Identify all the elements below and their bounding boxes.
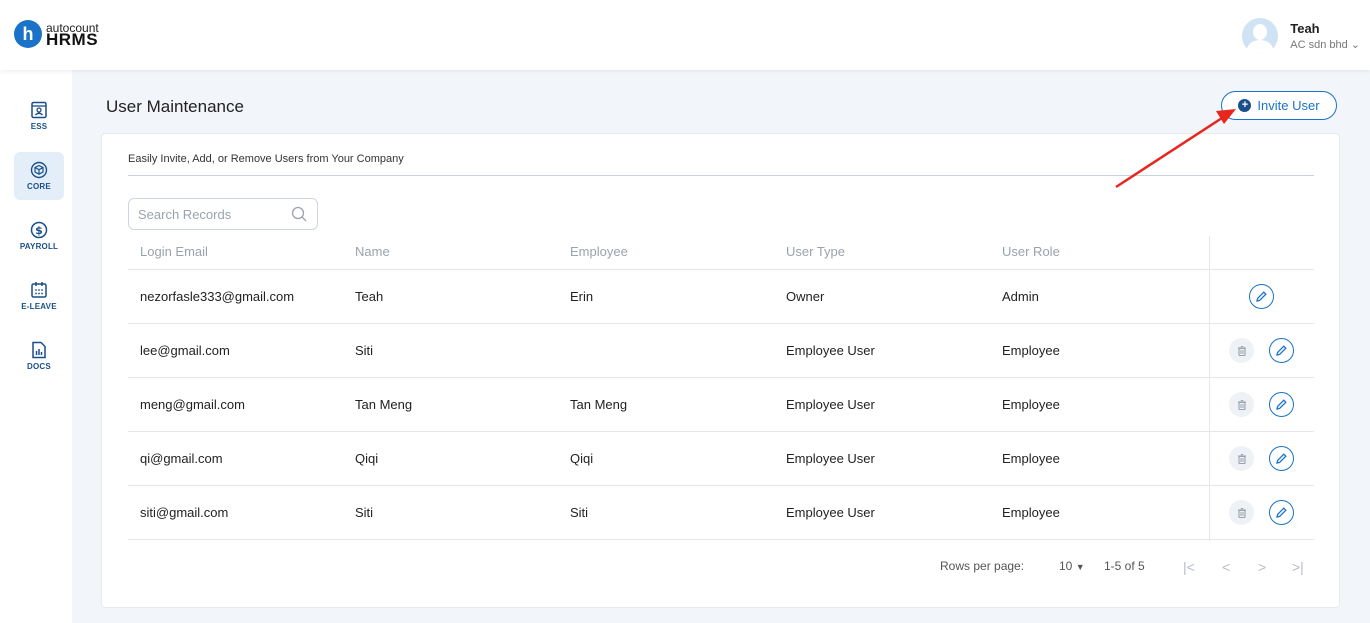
page-range: 1-5 of 5	[1104, 559, 1145, 573]
cell-name: Teah	[355, 289, 384, 304]
delete-user-button[interactable]	[1229, 338, 1254, 363]
avatar[interactable]	[1242, 18, 1279, 54]
table-body: nezorfasle333@gmail.com Teah Erin Owner Admi…	[128, 270, 1314, 540]
search-input[interactable]	[138, 206, 278, 222]
logo-mark: h	[14, 20, 42, 48]
pencil-icon	[1276, 507, 1287, 518]
sidebar-item-label: DOCS	[27, 362, 51, 371]
delete-user-button[interactable]	[1229, 392, 1254, 417]
cell-employee: Erin	[570, 289, 594, 304]
caret-down-icon: ▼	[1075, 562, 1085, 572]
sidebar-item-label: PAYROLL	[19, 242, 59, 251]
search-box[interactable]	[128, 198, 318, 230]
sidebar: ESS CORE $ PAYROLL E-LEAVE DOCS	[0, 70, 72, 623]
sidebar-item-docs[interactable]: DOCS	[14, 332, 64, 380]
table-row: siti@gmail.com Siti Siti Employee User Emplo…	[128, 486, 1314, 540]
card-description: Easily Invite, Add, or Remove Users from…	[128, 153, 404, 165]
user-name: Teah	[1290, 21, 1320, 36]
delete-user-button[interactable]	[1229, 446, 1254, 471]
next-page-icon[interactable]: >	[1258, 559, 1266, 575]
prev-page-icon[interactable]: <	[1222, 559, 1230, 575]
cell-type: Employee User	[786, 343, 875, 358]
cell-name: Siti	[355, 343, 374, 358]
cell-email: siti@gmail.com	[140, 505, 229, 520]
cell-role: Employee	[1002, 451, 1060, 466]
invite-user-label: Invite User	[1257, 98, 1320, 113]
cell-type: Employee User	[786, 397, 875, 412]
table-row: nezorfasle333@gmail.com Teah Erin Owner Admi…	[128, 270, 1314, 324]
pagination: Rows per page: 10 ▼ 1-5 of 5 |< < > >|	[102, 559, 1341, 579]
table-row: meng@gmail.com Tan Meng Tan Meng Employee U…	[128, 378, 1314, 432]
document-chart-icon	[32, 341, 46, 359]
sidebar-item-core[interactable]: CORE	[14, 152, 64, 200]
svg-text:$: $	[35, 224, 43, 237]
cell-name: Siti	[355, 505, 374, 520]
cell-role: Admin	[1002, 289, 1039, 304]
delete-user-button[interactable]	[1229, 500, 1254, 525]
cube-icon	[30, 161, 48, 179]
cell-role: Employee	[1002, 505, 1060, 520]
header-employee[interactable]: Employee	[570, 244, 628, 259]
header-user-role[interactable]: User Role	[1002, 244, 1060, 259]
plus-circle-icon: +	[1238, 99, 1252, 112]
trash-icon	[1237, 453, 1246, 464]
cell-type: Owner	[786, 289, 825, 304]
sidebar-item-payroll[interactable]: $ PAYROLL	[14, 212, 64, 260]
pencil-icon	[1276, 453, 1287, 464]
table-header: Login Email Name Employee User Type User…	[128, 236, 1314, 270]
cell-employee: Tan Meng	[570, 397, 628, 412]
sidebar-item-eleave[interactable]: E-LEAVE	[14, 272, 64, 320]
cell-employee: Qiqi	[570, 451, 594, 466]
cell-type: Employee User	[786, 451, 875, 466]
page-title: User Maintenance	[106, 97, 244, 116]
first-page-icon[interactable]: |<	[1183, 559, 1195, 575]
sidebar-item-label: ESS	[30, 122, 48, 131]
users-table: Login Email Name Employee User Type User…	[128, 236, 1314, 541]
company-selector[interactable]: AC sdn bhd ⌄	[1290, 38, 1360, 51]
cell-name: Qiqi	[355, 451, 379, 466]
sidebar-item-ess[interactable]: ESS	[14, 92, 64, 140]
sidebar-item-label: CORE	[27, 182, 51, 191]
table-row: qi@gmail.com Qiqi Qiqi Employee User Employe…	[128, 432, 1314, 486]
pencil-icon	[1256, 291, 1267, 302]
user-table-card: Easily Invite, Add, or Remove Users from…	[101, 133, 1340, 608]
logo-title: HRMS	[46, 30, 99, 49]
cell-role: Employee	[1002, 343, 1060, 358]
trash-icon	[1237, 345, 1246, 356]
sidebar-item-label: E-LEAVE	[21, 302, 57, 311]
edit-user-button[interactable]	[1269, 392, 1294, 417]
cell-email: nezorfasle333@gmail.com	[140, 289, 295, 304]
pencil-icon	[1276, 345, 1287, 356]
calendar-icon	[31, 282, 47, 298]
rows-per-page-select[interactable]: 10 ▼	[1059, 559, 1085, 573]
invite-user-button[interactable]: + Invite User	[1221, 91, 1337, 120]
edit-user-button[interactable]	[1269, 500, 1294, 525]
search-icon[interactable]	[291, 206, 307, 222]
cell-email: qi@gmail.com	[140, 451, 223, 466]
table-row: lee@gmail.com Siti Employee User Employee	[128, 324, 1314, 378]
trash-icon	[1237, 507, 1246, 518]
dollar-icon: $	[30, 221, 48, 239]
last-page-icon[interactable]: >|	[1292, 559, 1304, 575]
edit-user-button[interactable]	[1249, 284, 1274, 309]
edit-user-button[interactable]	[1269, 446, 1294, 471]
cell-name: Tan Meng	[355, 397, 413, 412]
cell-role: Employee	[1002, 397, 1060, 412]
rows-per-page-label: Rows per page:	[940, 559, 1025, 573]
top-bar: h autocount HRMS Teah AC sdn bhd ⌄	[0, 0, 1370, 70]
pencil-icon	[1276, 399, 1287, 410]
user-menu[interactable]: Teah AC sdn bhd ⌄	[1242, 18, 1360, 54]
cell-email: meng@gmail.com	[140, 397, 245, 412]
app-logo[interactable]: h autocount HRMS	[14, 20, 99, 48]
trash-icon	[1237, 399, 1246, 410]
cell-email: lee@gmail.com	[140, 343, 230, 358]
cell-employee: Siti	[570, 505, 589, 520]
header-user-type[interactable]: User Type	[786, 244, 845, 259]
header-name[interactable]: Name	[355, 244, 390, 259]
cell-type: Employee User	[786, 505, 875, 520]
ess-icon	[31, 101, 47, 119]
edit-user-button[interactable]	[1269, 338, 1294, 363]
header-login-email[interactable]: Login Email	[140, 244, 208, 259]
divider	[128, 175, 1314, 176]
